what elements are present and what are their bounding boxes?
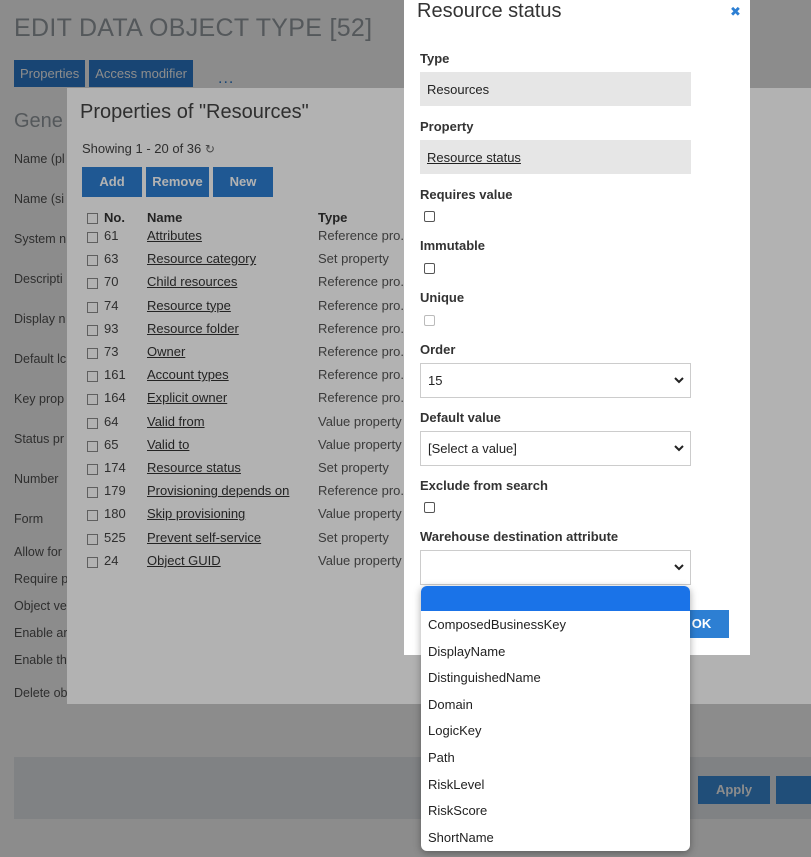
- option-label: LogicKey: [428, 723, 482, 738]
- option-label: DisplayName: [428, 644, 506, 659]
- exclude-from-search-checkbox[interactable]: [424, 502, 435, 513]
- type-value: Resources: [427, 82, 490, 97]
- dropdown-option[interactable]: DisplayName: [421, 638, 690, 664]
- option-label: ShortName: [428, 830, 494, 845]
- option-label: Path: [428, 750, 455, 765]
- type-label: Type: [420, 51, 450, 66]
- option-label: ComposedBusinessKey: [428, 617, 567, 632]
- requires-value-label: Requires value: [420, 187, 513, 202]
- order-select[interactable]: 15: [420, 363, 691, 398]
- property-label: Property: [420, 119, 474, 134]
- warehouse-select[interactable]: [420, 550, 691, 585]
- dropdown-option[interactable]: ShortName: [421, 824, 690, 850]
- exclude-from-search-label: Exclude from search: [420, 478, 548, 493]
- warehouse-dropdown-list: ComposedBusinessKey DisplayName Distinguis…: [421, 586, 690, 851]
- close-icon[interactable]: ✖: [730, 4, 741, 20]
- unique-checkbox: [424, 315, 435, 326]
- default-value-value: [Select a value]: [428, 441, 517, 456]
- default-value-label: Default value: [420, 410, 501, 425]
- option-label: RiskScore: [428, 803, 488, 818]
- dropdown-option[interactable]: Path: [421, 744, 690, 770]
- chevron-down-icon: [674, 564, 684, 571]
- property-value-link[interactable]: Resource status: [427, 150, 521, 165]
- immutable-checkbox[interactable]: [424, 263, 435, 274]
- requires-value-checkbox[interactable]: [424, 211, 435, 222]
- property-field: Resource status: [420, 140, 691, 174]
- chevron-down-icon: [674, 445, 684, 452]
- unique-label: Unique: [420, 290, 465, 305]
- default-value-select[interactable]: [Select a value]: [420, 431, 691, 466]
- option-label: Domain: [428, 697, 473, 712]
- option-label: DistinguishedName: [428, 670, 541, 685]
- dialog-title: Resource status: [417, 0, 562, 22]
- dropdown-option[interactable]: DistinguishedName: [421, 664, 690, 690]
- dropdown-option[interactable]: LogicKey: [421, 717, 690, 743]
- order-label: Order: [420, 342, 456, 357]
- option-label: RiskLevel: [428, 777, 485, 792]
- order-value: 15: [428, 373, 443, 388]
- resource-status-dialog: Resource status ✖ Type Resources Propert…: [404, 0, 750, 655]
- dropdown-option[interactable]: ComposedBusinessKey: [421, 611, 690, 637]
- chevron-down-icon: [674, 377, 684, 384]
- dropdown-option[interactable]: Domain: [421, 691, 690, 717]
- dropdown-option[interactable]: RiskLevel: [421, 771, 690, 797]
- immutable-label: Immutable: [420, 238, 486, 253]
- dropdown-option[interactable]: [421, 586, 690, 611]
- dropdown-option[interactable]: RiskScore: [421, 797, 690, 823]
- warehouse-label: Warehouse destination attribute: [420, 529, 619, 544]
- type-field: Resources: [420, 72, 691, 106]
